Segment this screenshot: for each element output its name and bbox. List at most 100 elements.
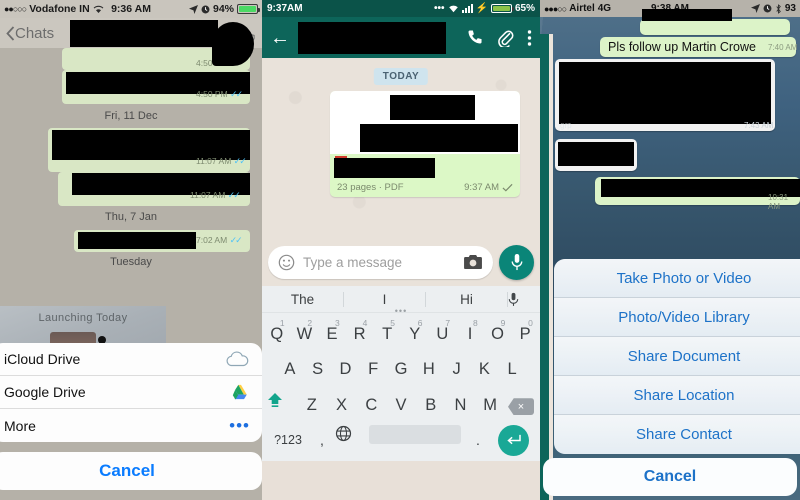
key-period[interactable]: . — [465, 425, 491, 455]
sheet-item-more[interactable]: More ••• — [0, 409, 262, 442]
space-bar-key[interactable] — [365, 425, 465, 455]
chat-bubble[interactable] — [555, 139, 637, 171]
key-r[interactable]: 4R — [346, 319, 374, 349]
redacted-thumbnail-body — [360, 124, 518, 152]
icloud-drive-icon — [224, 351, 250, 367]
key-p[interactable]: 0P — [511, 319, 539, 349]
keyboard-row-3: Z X C V B N M × — [263, 390, 539, 420]
redacted-contact-name — [298, 22, 446, 54]
shift-icon[interactable] — [265, 390, 297, 420]
keyboard-suggestion-strip[interactable]: The I Hi ••• — [262, 286, 540, 316]
battery-icon — [237, 4, 260, 14]
back-button-label[interactable]: Chats — [15, 25, 54, 42]
location-arrow-icon — [188, 4, 198, 14]
suggestion-chip[interactable]: The — [262, 291, 344, 307]
android-keyboard[interactable]: 1Q 2W 3E 4R 5T 6Y 7U 8I 9O 0P A S D F G … — [262, 313, 540, 461]
sheet-item-take-photo-or-video[interactable]: Take Photo or Video — [554, 259, 800, 298]
phone-icon[interactable] — [467, 29, 484, 46]
clock-label: 9:37AM — [267, 3, 303, 14]
sheet-item-share-location[interactable]: Share Location — [554, 376, 800, 415]
chat-bubble[interactable] — [555, 59, 775, 131]
redacted-thumbnail-title — [390, 95, 475, 120]
key-n[interactable]: N — [446, 390, 476, 420]
sheet-item-google-drive[interactable]: Google Drive — [0, 376, 262, 409]
key-g[interactable]: G — [387, 354, 415, 384]
sheet-item-label: Google Drive — [4, 384, 86, 400]
read-receipt-icon: ✓✓ — [229, 235, 243, 245]
keyboard-row-4: ?123 , . — [263, 425, 539, 457]
android-chat-scroll[interactable]: TODAY 23 pages · PDF 9:37 AM — [262, 58, 540, 238]
key-b[interactable]: B — [416, 390, 446, 420]
google-drive-icon — [232, 384, 250, 400]
key-o[interactable]: 9O — [484, 319, 512, 349]
key-e[interactable]: 3E — [318, 319, 346, 349]
sheet-item-label: iCloud Drive — [4, 351, 81, 367]
message-input-placeholder[interactable]: Type a message — [303, 255, 455, 270]
key-k[interactable]: K — [470, 354, 498, 384]
enter-icon[interactable] — [491, 425, 535, 457]
date-separator: Fri, 11 Dec — [104, 110, 158, 122]
redacted-nav-avatar — [212, 21, 254, 66]
numeric-mode-key[interactable]: ?123 — [267, 425, 309, 455]
camera-icon[interactable] — [463, 254, 483, 270]
voice-record-button[interactable] — [499, 244, 534, 280]
sheet-cancel-button[interactable]: Cancel — [0, 452, 262, 490]
sheet-item-photo-video-library[interactable]: Photo/Video Library — [554, 298, 800, 337]
message-input-pill[interactable]: Type a message — [268, 245, 493, 279]
date-separator: Tuesday — [110, 256, 152, 268]
image-caption-text: Launching Today — [38, 312, 128, 324]
keyboard-row-2: A S D F G H J K L — [263, 354, 539, 384]
globe-icon[interactable] — [335, 425, 365, 455]
key-s[interactable]: S — [304, 354, 332, 384]
key-l[interactable]: L — [498, 354, 526, 384]
wifi-icon — [448, 4, 459, 13]
ios-attachment-action-sheet[interactable]: Take Photo or Video Photo/Video Library … — [554, 259, 800, 454]
key-m[interactable]: M — [475, 390, 505, 420]
back-chevron-icon[interactable] — [6, 25, 15, 41]
key-y[interactable]: 6Y — [401, 319, 429, 349]
message-timestamp: 10:31 AM — [768, 193, 789, 211]
key-x[interactable]: X — [327, 390, 357, 420]
key-w[interactable]: 2W — [291, 319, 319, 349]
screenshot-triptych: ●●○○○ Vodafone IN 9:36 AM 94% Chats 4:50… — [0, 0, 800, 500]
key-a[interactable]: A — [276, 354, 304, 384]
key-i[interactable]: 8I — [456, 319, 484, 349]
redacted-message-text — [558, 142, 634, 166]
paperclip-icon[interactable] — [497, 29, 514, 47]
ios-chat-scroll[interactable]: Pls follow up Martin Crowe 7:40 AM grp 7… — [540, 9, 800, 500]
key-f[interactable]: F — [359, 354, 387, 384]
voice-input-icon[interactable] — [508, 292, 540, 307]
emoji-icon[interactable] — [278, 254, 295, 271]
sheet-item-share-document[interactable]: Share Document — [554, 337, 800, 376]
more-notifications-icon: ••• — [434, 3, 445, 14]
key-z[interactable]: Z — [297, 390, 327, 420]
backspace-icon[interactable]: × — [505, 390, 537, 420]
key-comma[interactable]: , — [309, 425, 335, 455]
sheet-item-icloud-drive[interactable]: iCloud Drive — [0, 343, 262, 376]
back-arrow-icon[interactable]: ← — [270, 28, 290, 48]
document-message-bubble[interactable]: 23 pages · PDF 9:37 AM — [330, 91, 520, 197]
key-t[interactable]: 5T — [373, 319, 401, 349]
message-timestamp: 11:07 AM ✓✓ — [190, 190, 241, 200]
ios-document-picker-sheet[interactable]: iCloud Drive Google Drive More ••• — [0, 343, 262, 442]
sheet-item-share-contact[interactable]: Share Contact — [554, 415, 800, 454]
overflow-menu-icon[interactable] — [527, 29, 532, 47]
key-c[interactable]: C — [356, 390, 386, 420]
sheet-cancel-button[interactable]: Cancel — [543, 458, 797, 496]
chat-bubble[interactable] — [640, 9, 790, 35]
read-receipt-icon: ✓✓ — [233, 156, 247, 166]
message-timestamp: 4:50 PM ✓✓ — [196, 89, 243, 99]
suggestion-chip[interactable]: I — [344, 291, 426, 307]
nav-actions[interactable] — [212, 21, 256, 66]
read-receipt-icon: ✓✓ — [230, 89, 243, 99]
key-u[interactable]: 7U — [429, 319, 457, 349]
redacted-document-filename — [334, 158, 435, 178]
key-h[interactable]: H — [415, 354, 443, 384]
adjacent-panel-edge — [540, 34, 549, 500]
ios-chat-scroll[interactable]: 4:50 PM ✓✓ 4:50 PM ✓✓ Fri, 11 Dec 11:07 … — [0, 48, 262, 500]
key-q[interactable]: 1Q — [263, 319, 291, 349]
key-d[interactable]: D — [332, 354, 360, 384]
key-j[interactable]: J — [443, 354, 471, 384]
suggestion-chip[interactable]: Hi — [426, 291, 508, 307]
key-v[interactable]: V — [386, 390, 416, 420]
